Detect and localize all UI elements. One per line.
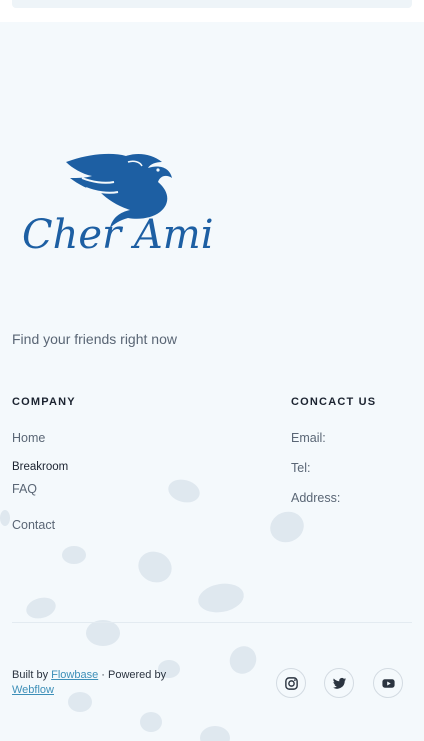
footer-divider bbox=[12, 622, 412, 623]
instagram-button[interactable] bbox=[276, 668, 306, 698]
contact-address: Address: bbox=[291, 491, 341, 505]
powered-by-label: · Powered by bbox=[101, 669, 167, 681]
instagram-icon bbox=[284, 676, 298, 690]
twitter-icon bbox=[332, 677, 346, 689]
footer-link-home[interactable]: Home bbox=[12, 431, 45, 445]
footer-link-breakroom[interactable]: Breakroom bbox=[12, 461, 68, 473]
youtube-button[interactable] bbox=[373, 668, 403, 698]
brand-logo[interactable]: Cher Ami bbox=[20, 148, 220, 260]
built-by-label: Built by bbox=[12, 669, 49, 681]
footer-credits: Built by Flowbase · Powered by Webflow bbox=[12, 668, 212, 698]
flowbase-link[interactable]: Flowbase bbox=[51, 669, 98, 681]
footer-link-faq[interactable]: FAQ bbox=[12, 482, 37, 496]
top-bar-edge bbox=[12, 0, 412, 8]
brand-tagline: Find your friends right now bbox=[12, 331, 177, 347]
contact-tel: Tel: bbox=[291, 461, 311, 475]
footer-link-contact[interactable]: Contact bbox=[12, 518, 55, 532]
webflow-link[interactable]: Webflow bbox=[12, 684, 54, 696]
contact-email: Email: bbox=[291, 431, 326, 445]
youtube-icon bbox=[381, 678, 395, 688]
twitter-button[interactable] bbox=[324, 668, 354, 698]
contact-heading: CONCACT US bbox=[291, 396, 377, 408]
company-heading: COMPANY bbox=[12, 396, 76, 408]
brand-logo-text: Cher Ami bbox=[22, 212, 213, 258]
